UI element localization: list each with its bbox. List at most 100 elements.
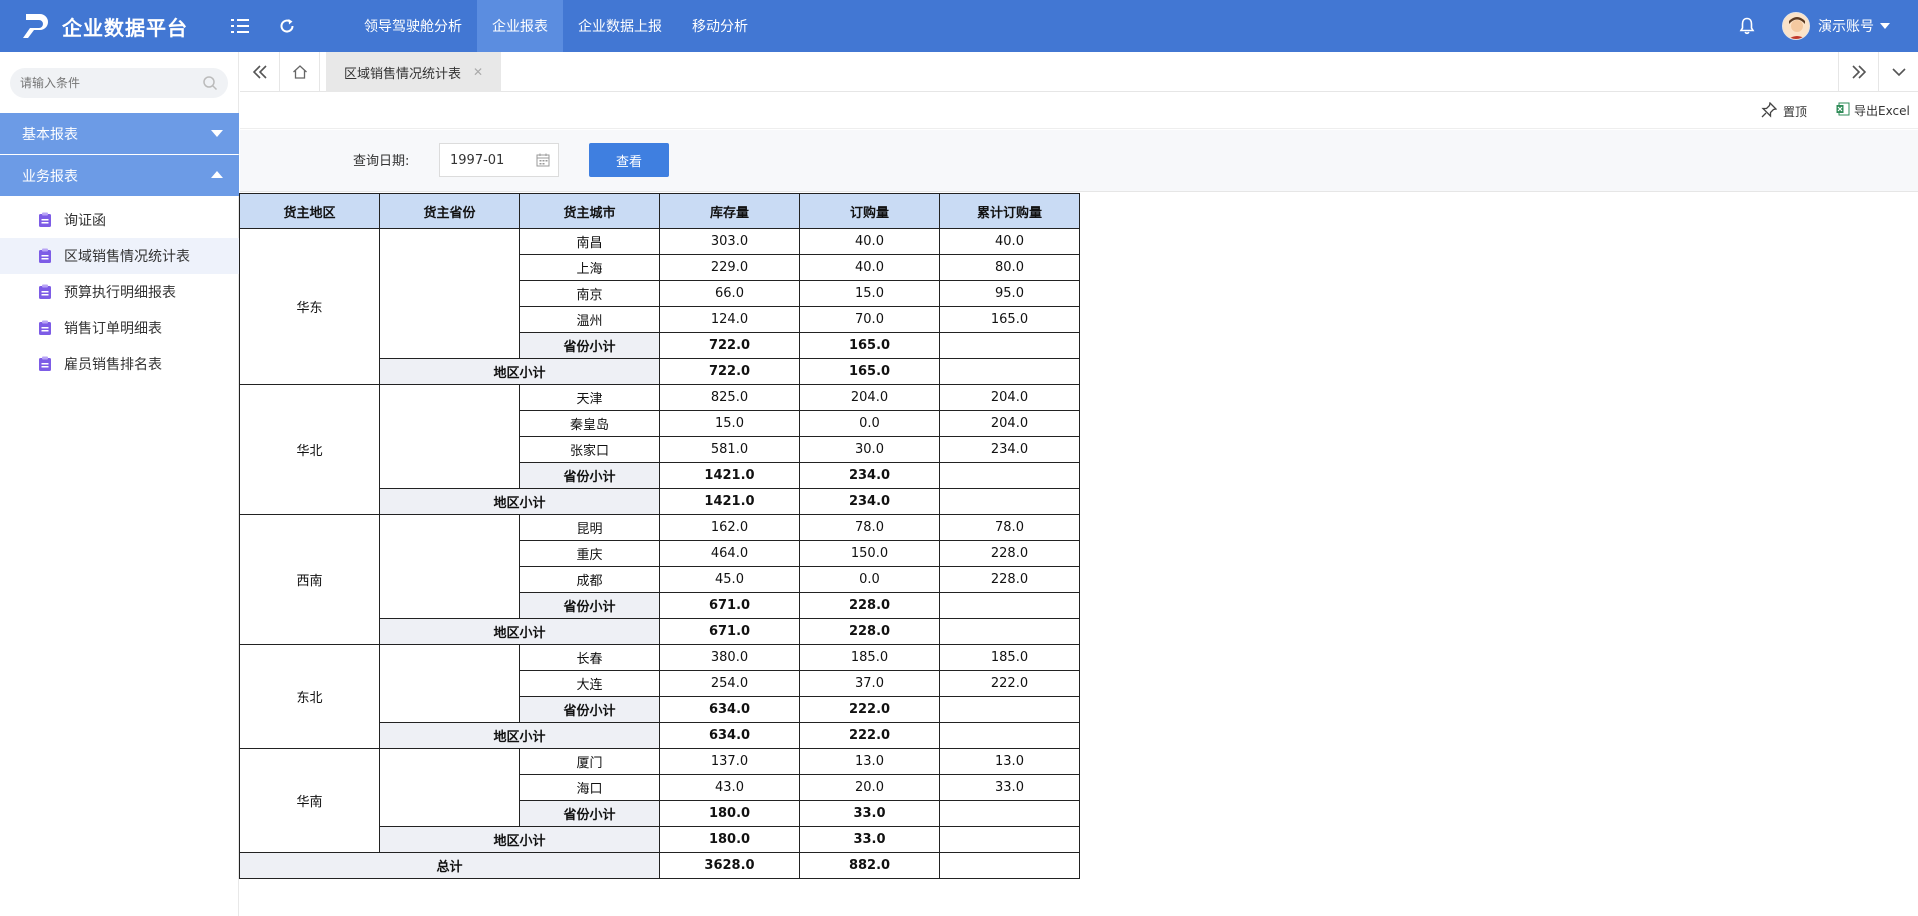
- stock-cell: 45.0: [659, 566, 800, 593]
- query-date-input[interactable]: 1997-01: [439, 143, 559, 177]
- tab-label: 区域销售情况统计表: [344, 66, 462, 82]
- cumulative-order-cell: 204.0: [939, 384, 1080, 411]
- cumulative-order-cell: 228.0: [939, 540, 1080, 567]
- sidebar-group-business-reports[interactable]: 业务报表: [0, 155, 239, 196]
- order-cell: 33.0: [799, 800, 940, 827]
- document-icon: [38, 356, 52, 372]
- stock-cell: 303.0: [659, 228, 800, 255]
- city-cell: 成都: [519, 566, 660, 593]
- city-cell: 上海: [519, 254, 660, 281]
- sidebar-item-budget-detail[interactable]: 预算执行明细报表: [0, 274, 239, 310]
- top-bar: 企业数据平台 领导驾驶舱分析 企业报表 企业数据上报 移动分析 演示账号: [0, 0, 1918, 52]
- document-icon: [38, 320, 52, 336]
- total-label: 总计: [239, 852, 660, 879]
- user-menu[interactable]: 演示账号: [1782, 12, 1890, 40]
- table-row: 华南 厦门 137.0 13.0 13.0: [239, 748, 1080, 853]
- tab-regional-sales[interactable]: 区域销售情况统计表 ✕: [326, 52, 502, 92]
- pin-top-button[interactable]: 置顶: [1761, 101, 1807, 121]
- calendar-icon[interactable]: [536, 153, 550, 171]
- cumulative-order-cell: 204.0: [939, 410, 1080, 437]
- refresh-icon[interactable]: [275, 14, 299, 38]
- cumulative-order-cell: [939, 722, 1080, 749]
- order-cell: 204.0: [799, 384, 940, 411]
- order-cell: 165.0: [799, 332, 940, 359]
- sidebar-item-sales-order-detail[interactable]: 销售订单明细表: [0, 310, 239, 346]
- stock-cell: 254.0: [659, 670, 800, 697]
- order-cell: 40.0: [799, 228, 940, 255]
- cumulative-order-cell: 78.0: [939, 514, 1080, 541]
- stock-cell: 66.0: [659, 280, 800, 307]
- nav-item-enterprise-reports[interactable]: 企业报表: [477, 0, 563, 52]
- chevron-down-icon: [1880, 23, 1890, 29]
- column-header: 累计订购量: [939, 193, 1080, 229]
- sidebar-menu: 询证函 区域销售情况统计表 预算执行明细报表 销售订单明细表 雇员销售排名表: [0, 202, 239, 382]
- cumulative-order-cell: 95.0: [939, 280, 1080, 307]
- city-cell: 海口: [519, 774, 660, 801]
- cumulative-order-cell: 228.0: [939, 566, 1080, 593]
- city-cell: 大连: [519, 670, 660, 697]
- region-subtotal-label: 地区小计: [379, 722, 660, 749]
- order-cell: 33.0: [799, 826, 940, 853]
- city-cell: 张家口: [519, 436, 660, 463]
- search-input[interactable]: [10, 68, 190, 98]
- sidebar-item-regional-sales[interactable]: 区域销售情况统计表: [0, 238, 239, 274]
- province-cell: [379, 228, 520, 359]
- city-cell: 秦皇岛: [519, 410, 660, 437]
- province-cell: [379, 748, 520, 827]
- city-cell: 重庆: [519, 540, 660, 567]
- order-cell: 20.0: [799, 774, 940, 801]
- stock-cell: 722.0: [659, 358, 800, 385]
- scroll-left-icon[interactable]: [240, 52, 280, 92]
- region-subtotal-label: 地区小计: [379, 488, 660, 515]
- stock-cell: 1421.0: [659, 488, 800, 515]
- city-cell: 温州: [519, 306, 660, 333]
- city-cell: 南昌: [519, 228, 660, 255]
- avatar: [1782, 12, 1810, 40]
- nav-item-data-report[interactable]: 企业数据上报: [563, 0, 677, 52]
- user-name: 演示账号: [1818, 19, 1874, 35]
- sidebar-group-basic-reports[interactable]: 基本报表: [0, 113, 239, 154]
- city-cell: 长春: [519, 644, 660, 671]
- cumulative-order-cell: [939, 826, 1080, 853]
- pin-icon: [1761, 101, 1778, 121]
- menu-toggle-icon[interactable]: [228, 14, 252, 38]
- sidebar-item-employee-ranking[interactable]: 雇员销售排名表: [0, 346, 239, 382]
- stock-cell: 634.0: [659, 696, 800, 723]
- query-panel: 查询日期: 1997-01 查看: [240, 130, 1918, 192]
- export-excel-button[interactable]: 导出Excel: [1836, 102, 1910, 119]
- order-cell: 70.0: [799, 306, 940, 333]
- nav-item-cockpit[interactable]: 领导驾驶舱分析: [349, 0, 477, 52]
- order-cell: 165.0: [799, 358, 940, 385]
- region-cell: 东北: [239, 644, 380, 749]
- close-icon[interactable]: ✕: [473, 65, 483, 79]
- search-icon[interactable]: [202, 75, 218, 95]
- scroll-right-icon[interactable]: [1838, 52, 1878, 92]
- city-cell: 昆明: [519, 514, 660, 541]
- caret-up-icon: [211, 171, 223, 178]
- cumulative-order-cell: [939, 800, 1080, 827]
- region-cell: 华南: [239, 748, 380, 853]
- nav-item-mobile-analysis[interactable]: 移动分析: [677, 0, 763, 52]
- chevron-down-icon[interactable]: [1878, 52, 1918, 92]
- app-logo[interactable]: 企业数据平台: [20, 9, 188, 43]
- table-row: 东北 长春 380.0 185.0 185.0: [239, 644, 1080, 749]
- order-cell: 30.0: [799, 436, 940, 463]
- home-icon[interactable]: [280, 52, 320, 92]
- region-cell: 华东: [239, 228, 380, 385]
- bell-icon[interactable]: [1735, 14, 1759, 38]
- sidebar-item-confirmation-letter[interactable]: 询证函: [0, 202, 239, 238]
- column-header: 库存量: [659, 193, 800, 229]
- table-row: 华北 天津 825.0 204.0 204.0: [239, 384, 1080, 515]
- cumulative-order-cell: [939, 358, 1080, 385]
- order-cell: 15.0: [799, 280, 940, 307]
- sidebar-item-label: 询证函: [64, 213, 106, 229]
- stock-cell: 671.0: [659, 618, 800, 645]
- order-cell: 228.0: [799, 618, 940, 645]
- column-header: 货主省份: [379, 193, 520, 229]
- cumulative-order-cell: 165.0: [939, 306, 1080, 333]
- view-button[interactable]: 查看: [589, 143, 669, 177]
- stock-cell: 3628.0: [659, 852, 800, 879]
- report-table: 货主地区 货主省份 货主城市 库存量 订购量 累计订购量 华东 南昌 303.0 40…: [239, 193, 1080, 879]
- query-date-label: 查询日期:: [353, 154, 410, 169]
- cumulative-order-cell: [939, 618, 1080, 645]
